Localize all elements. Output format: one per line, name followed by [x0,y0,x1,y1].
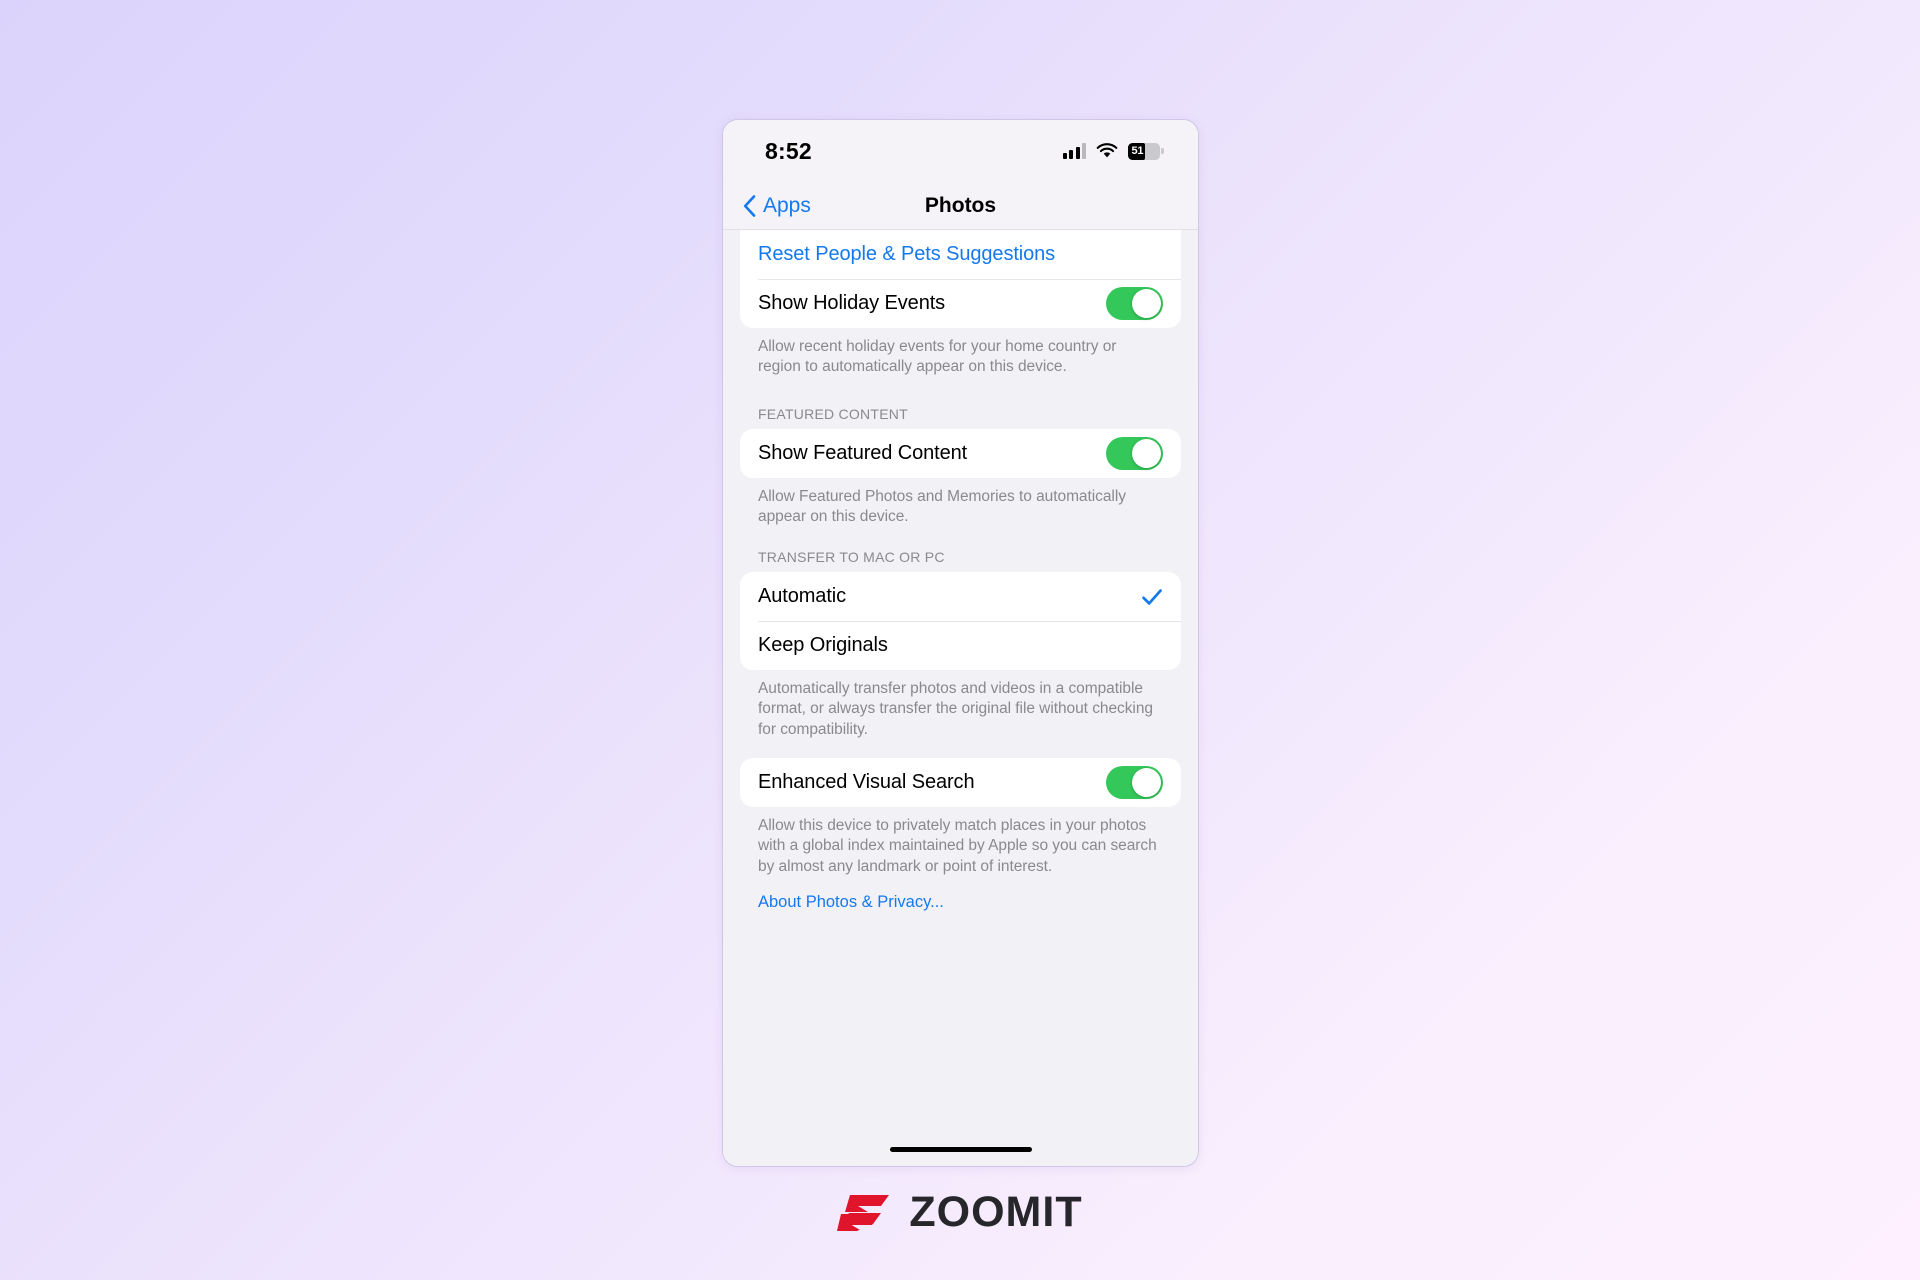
show-featured-content-toggle[interactable] [1106,436,1163,470]
row-enhanced-visual-search[interactable]: Enhanced Visual Search [740,758,1181,807]
transfer-keep-originals-label: Keep Originals [758,634,888,657]
phone-screenshot: 8:52 51 Apps Photos Reset People & Pets … [722,119,1199,1167]
show-holiday-events-label: Show Holiday Events [758,292,946,314]
card-transfer: Automatic Keep Originals [740,572,1181,671]
show-featured-content-label: Show Featured Content [758,441,968,464]
footnote-holiday-events: Allow recent holiday events for your hom… [758,338,1117,376]
status-time: 8:52 [765,137,812,164]
reset-people-pets-suggestions-label: Reset People & Pets Suggestions [758,243,1056,265]
back-button[interactable]: Apps [743,194,811,218]
card-people-pets: Reset People & Pets Suggestions Show Hol… [740,230,1181,328]
about-photos-privacy-link[interactable]: About Photos & Privacy... [740,893,1181,912]
home-indicator-area [723,1132,1198,1166]
row-transfer-automatic[interactable]: Automatic [740,572,1181,621]
enhanced-visual-search-toggle[interactable] [1106,766,1163,800]
back-button-label: Apps [763,193,811,217]
group-header-featured-content: FEATURED CONTENT [758,405,908,422]
status-bar: 8:52 51 [723,120,1198,182]
row-show-featured-content[interactable]: Show Featured Content [740,429,1181,478]
chevron-left-icon [743,194,756,217]
show-holiday-events-toggle[interactable] [1106,287,1163,320]
group-header-transfer: TRANSFER TO MAC OR PC [758,549,945,566]
row-transfer-keep-originals[interactable]: Keep Originals [740,621,1181,670]
cellular-bars-icon [1062,143,1086,159]
checkmark-icon [1141,586,1163,608]
transfer-automatic-label: Automatic [758,585,847,608]
row-show-holiday-events[interactable]: Show Holiday Events [740,279,1181,328]
sidebar-item-reset-people-pets-suggestions[interactable]: Reset People & Pets Suggestions [740,230,1181,279]
wifi-icon [1096,143,1118,159]
footnote-featured-content: Allow Featured Photos and Memories to au… [758,487,1126,525]
footnote-transfer: Automatically transfer photos and videos… [758,680,1153,738]
enhanced-visual-search-label: Enhanced Visual Search [758,771,975,794]
zoomit-watermark: ZOOMIT [0,1188,1920,1237]
navigation-bar: Apps Photos [723,182,1198,230]
card-enhanced-visual-search: Enhanced Visual Search [740,758,1181,808]
status-indicators: 51 [1062,142,1164,160]
zoomit-z-logo-icon [837,1191,893,1235]
battery-icon: 51 [1128,142,1164,160]
card-featured-content: Show Featured Content [740,428,1181,478]
zoomit-wordmark: ZOOMIT [909,1188,1083,1236]
footnote-enhanced-visual-search: Allow this device to privately match pla… [758,817,1157,875]
battery-percent-label: 51 [1131,144,1144,157]
settings-list[interactable]: Reset People & Pets Suggestions Show Hol… [723,230,1198,1132]
home-indicator[interactable] [889,1146,1032,1152]
